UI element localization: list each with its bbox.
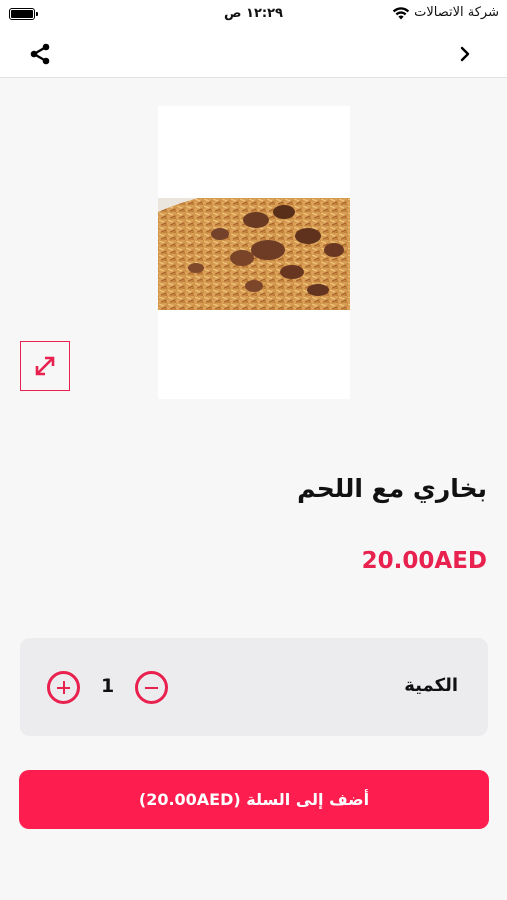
carrier-name: شركة الاتصالات [414, 5, 499, 20]
quantity-panel: الكمية 1 [20, 638, 488, 736]
nav-bar [0, 30, 507, 78]
product-title: بخاري مع اللحم [297, 474, 487, 503]
expand-image-button[interactable] [20, 341, 70, 391]
carrier-group: شركة الاتصالات [392, 5, 499, 20]
quantity-label: الكمية [404, 675, 458, 696]
wifi-icon [392, 6, 410, 19]
quantity-value: 1 [101, 675, 115, 697]
chevron-right-icon [460, 46, 470, 62]
add-to-cart-button[interactable]: أضف إلى السلة (20.00AED) [19, 770, 489, 829]
share-button[interactable] [24, 38, 56, 70]
back-button[interactable] [453, 38, 477, 70]
status-bar: ١٢:٢٩ ص شركة الاتصالات [0, 0, 507, 30]
plus-circle-icon[interactable] [47, 671, 80, 704]
product-price: 20.00AED [361, 548, 487, 574]
add-to-cart-label: أضف إلى السلة (20.00AED) [138, 790, 370, 809]
minus-circle-icon[interactable] [135, 671, 168, 704]
food-photo [158, 198, 350, 310]
share-icon [30, 43, 50, 65]
expand-diagonal-icon [35, 356, 55, 376]
product-image-card[interactable] [158, 106, 350, 399]
